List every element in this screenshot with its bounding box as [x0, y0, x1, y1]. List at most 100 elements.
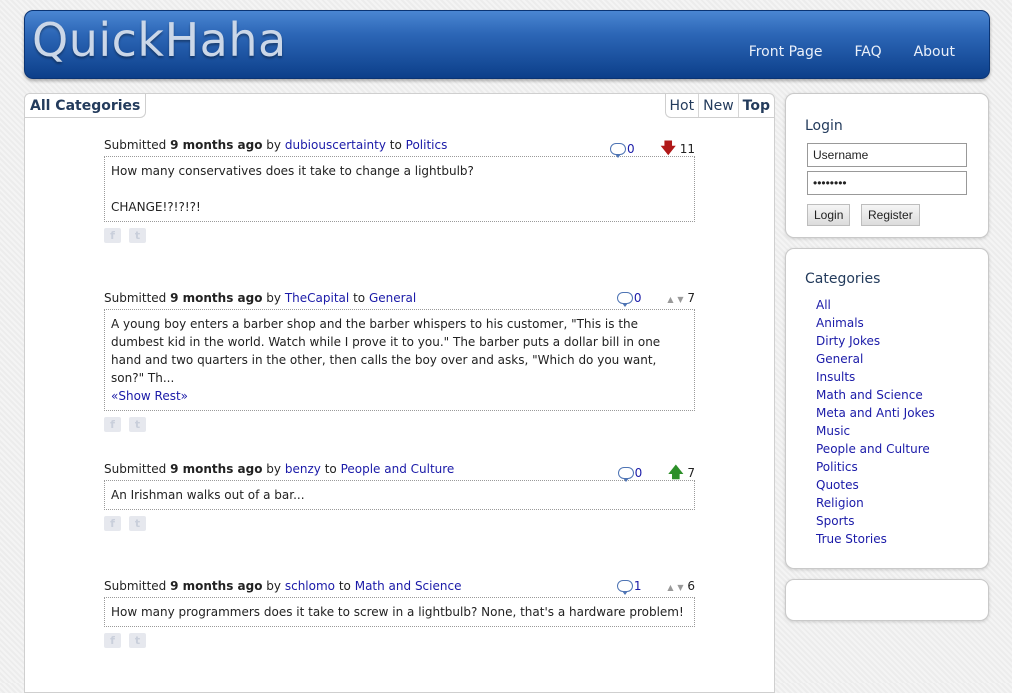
post-age: 9 months ago — [170, 291, 263, 305]
category-link-true-stories[interactable]: True Stories — [816, 532, 887, 546]
submitted-label: Submitted — [104, 462, 167, 476]
twitter-share-icon[interactable]: t — [129, 633, 146, 648]
to-label: to — [338, 579, 351, 593]
category-link-politics[interactable]: Politics — [816, 460, 858, 474]
post-category-link[interactable]: People and Culture — [341, 462, 455, 476]
post-item: Submitted 9 months ago by dubiouscertain… — [104, 138, 695, 243]
categories-title: Categories — [805, 271, 881, 287]
vote-score: 7 — [687, 291, 695, 305]
register-button[interactable]: Register — [861, 204, 920, 226]
post-body: How many programmers does it take to scr… — [104, 597, 695, 627]
post-age: 9 months ago — [170, 579, 263, 593]
category-tab[interactable]: All Categories — [25, 94, 147, 118]
category-link-math-and-science[interactable]: Math and Science — [816, 388, 923, 402]
post-actions: 0 🡅 7 — [617, 462, 695, 487]
category-link-people-and-culture[interactable]: People and Culture — [816, 442, 930, 456]
category-link-music[interactable]: Music — [816, 424, 850, 438]
share-row: f t — [104, 417, 695, 432]
twitter-share-icon[interactable]: t — [129, 228, 146, 243]
site-logo[interactable]: QuickHaha — [32, 13, 287, 67]
category-link-animals[interactable]: Animals — [816, 316, 864, 330]
to-label: to — [324, 462, 337, 476]
to-label: to — [353, 291, 366, 305]
downvote-arrow-icon[interactable]: ▼ — [677, 295, 683, 304]
post-meta: Submitted 9 months ago by dubiouscertain… — [104, 138, 695, 158]
post-actions: 1 ▲ ▼ 6 — [616, 579, 695, 595]
vote-score: 7 — [687, 466, 695, 480]
submitted-label: Submitted — [104, 579, 167, 593]
upvote-arrow-icon[interactable]: ▲ — [667, 295, 673, 304]
tab-new[interactable]: New — [698, 94, 738, 117]
category-link-sports[interactable]: Sports — [816, 514, 854, 528]
category-link-general[interactable]: General — [816, 352, 863, 366]
comment-bubble-icon[interactable] — [616, 292, 633, 307]
post-item: Submitted 9 months ago by schlomo to Mat… — [104, 579, 695, 648]
post-meta: Submitted 9 months ago by schlomo to Mat… — [104, 579, 695, 597]
submitted-label: Submitted — [104, 138, 167, 152]
category-link-all[interactable]: All — [816, 298, 831, 312]
submitted-label: Submitted — [104, 291, 167, 305]
post-text: How many programmers does it take to scr… — [111, 605, 684, 619]
tab-top[interactable]: Top — [737, 94, 774, 117]
post-user-link[interactable]: dubiouscertainty — [285, 138, 386, 152]
post-body: An Irishman walks out of a bar... — [104, 480, 695, 510]
post-body: How many conservatives does it take to c… — [104, 156, 695, 222]
by-label: by — [266, 462, 282, 476]
post-age: 9 months ago — [170, 462, 263, 476]
login-button[interactable]: Login — [807, 204, 851, 226]
categories-list: All Animals Dirty Jokes General Insults … — [816, 298, 935, 550]
downvote-arrow-icon[interactable]: ▼ — [677, 583, 683, 592]
show-rest-link[interactable]: «Show Rest» — [111, 389, 188, 403]
password-field[interactable] — [807, 171, 967, 195]
share-row: f t — [104, 228, 695, 243]
sort-tabs: Hot New Top — [664, 94, 774, 118]
post-actions: 0 🡇 11 — [610, 138, 695, 163]
by-label: by — [266, 579, 282, 593]
upvote-arrow-icon[interactable]: 🡅 — [668, 463, 683, 481]
comment-bubble-icon[interactable] — [616, 580, 633, 595]
facebook-share-icon[interactable]: f — [104, 228, 121, 243]
empty-sidebar-box — [785, 579, 989, 621]
upvote-arrow-icon[interactable]: ▲ — [667, 583, 673, 592]
post-text: A young boy enters a barber shop and the… — [111, 317, 661, 385]
username-field[interactable] — [807, 143, 967, 167]
category-link-quotes[interactable]: Quotes — [816, 478, 859, 492]
category-link-insults[interactable]: Insults — [816, 370, 855, 384]
post-body: A young boy enters a barber shop and the… — [104, 309, 695, 411]
category-link-dirty-jokes[interactable]: Dirty Jokes — [816, 334, 880, 348]
facebook-share-icon[interactable]: f — [104, 516, 121, 531]
comment-bubble-icon[interactable] — [617, 467, 634, 482]
category-link-meta-and-anti-jokes[interactable]: Meta and Anti Jokes — [816, 406, 935, 420]
post-actions: 0 ▲ ▼ 7 — [616, 291, 695, 307]
site-header: QuickHaha Front Page FAQ About — [24, 10, 990, 79]
category-link-religion[interactable]: Religion — [816, 496, 864, 510]
comment-count[interactable]: 0 — [635, 466, 643, 480]
comment-count[interactable]: 0 — [634, 291, 642, 305]
comment-count[interactable]: 0 — [627, 142, 635, 156]
comment-count[interactable]: 1 — [634, 579, 642, 593]
tab-hot[interactable]: Hot — [666, 94, 699, 117]
post-category-link[interactable]: General — [369, 291, 416, 305]
vote-score: 6 — [687, 579, 695, 593]
post-user-link[interactable]: TheCapital — [285, 291, 349, 305]
nav-faq[interactable]: FAQ — [854, 44, 881, 60]
nav-front-page[interactable]: Front Page — [749, 44, 823, 60]
twitter-share-icon[interactable]: t — [129, 516, 146, 531]
facebook-share-icon[interactable]: f — [104, 417, 121, 432]
facebook-share-icon[interactable]: f — [104, 633, 121, 648]
categories-box: Categories All Animals Dirty Jokes Gener… — [785, 248, 989, 569]
post-text: How many conservatives does it take to c… — [111, 164, 474, 178]
post-meta: Submitted 9 months ago by benzy to Peopl… — [104, 462, 695, 482]
post-text: An Irishman walks out of a bar... — [111, 488, 305, 502]
post-user-link[interactable]: schlomo — [285, 579, 335, 593]
downvote-arrow-icon[interactable]: 🡇 — [660, 139, 675, 157]
comment-bubble-icon[interactable] — [610, 143, 626, 158]
nav-about[interactable]: About — [914, 44, 955, 60]
post-category-link[interactable]: Politics — [406, 138, 448, 152]
to-label: to — [389, 138, 402, 152]
post-meta: Submitted 9 months ago by TheCapital to … — [104, 291, 695, 309]
twitter-share-icon[interactable]: t — [129, 417, 146, 432]
post-category-link[interactable]: Math and Science — [355, 579, 462, 593]
post-user-link[interactable]: benzy — [285, 462, 321, 476]
post-text-punchline: CHANGE!?!?!?! — [111, 200, 201, 214]
